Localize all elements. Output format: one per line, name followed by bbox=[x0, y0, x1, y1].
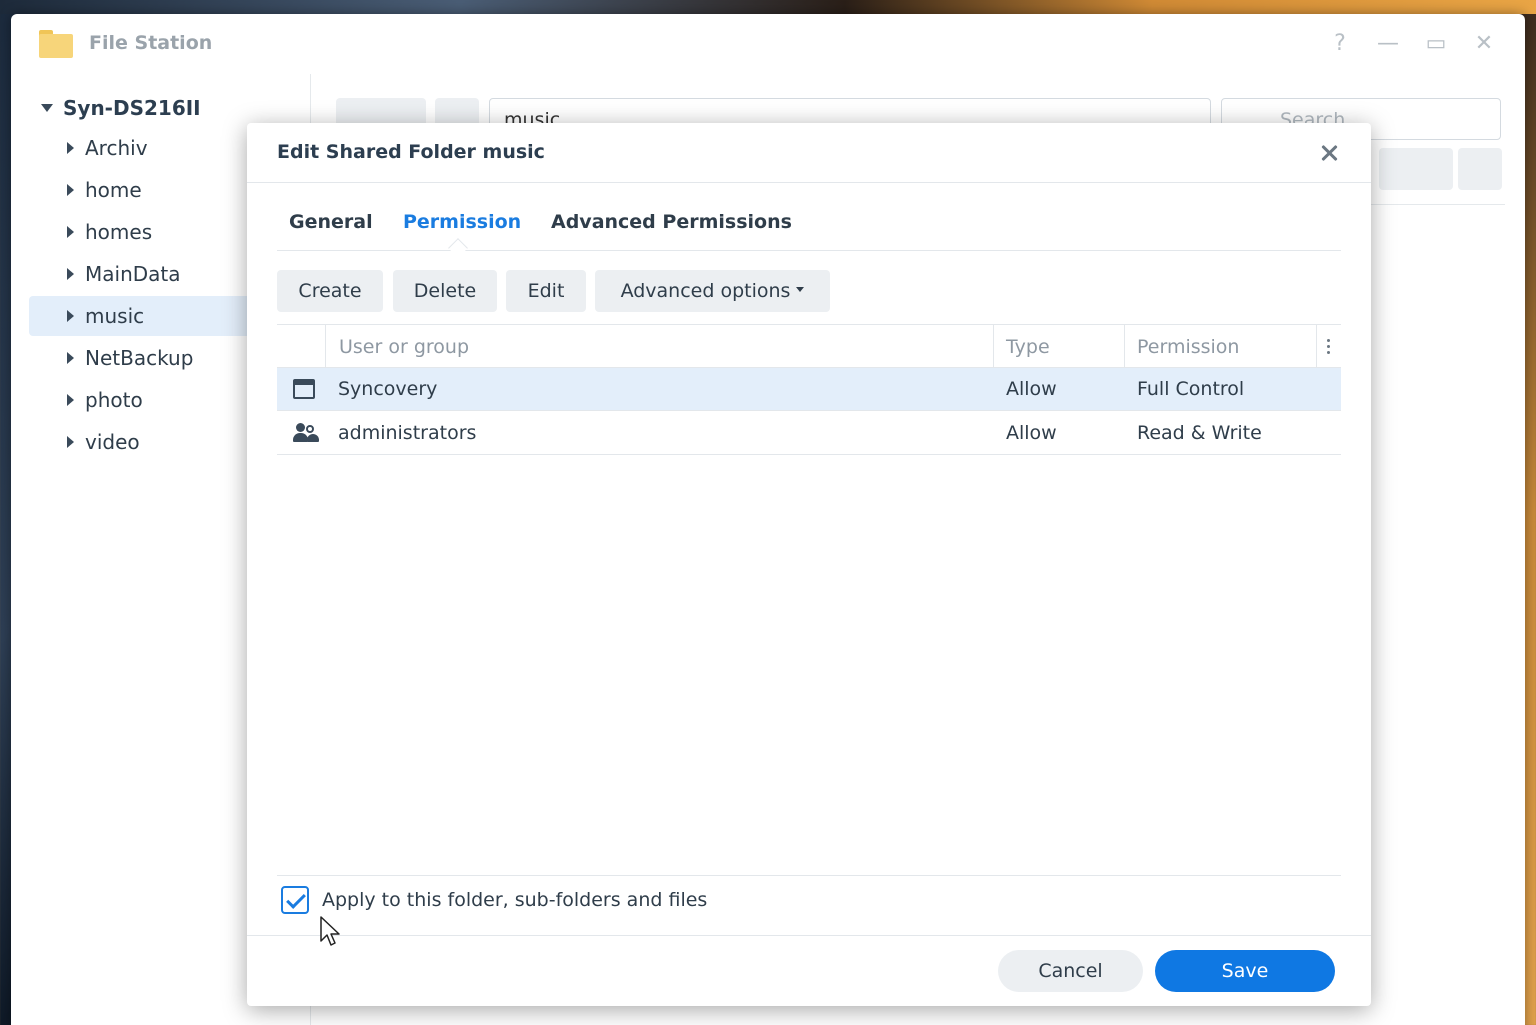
tree-root-server[interactable]: Syn-DS216II bbox=[41, 96, 201, 124]
cancel-button[interactable]: Cancel bbox=[998, 950, 1143, 992]
tab-permission[interactable]: Permission bbox=[403, 211, 521, 233]
caret-right-icon bbox=[67, 184, 74, 196]
table-row[interactable]: Syncovery Allow Full Control bbox=[277, 368, 1341, 411]
tab-advanced-permissions[interactable]: Advanced Permissions bbox=[551, 211, 792, 233]
sort-button[interactable] bbox=[1458, 148, 1502, 190]
close-window-icon[interactable]: ✕ bbox=[1470, 30, 1498, 58]
caret-right-icon bbox=[67, 310, 74, 322]
delete-button[interactable]: Delete bbox=[393, 270, 497, 312]
caret-right-icon bbox=[67, 352, 74, 364]
dropdown-caret-icon bbox=[796, 287, 805, 292]
dialog-title: Edit Shared Folder music bbox=[277, 141, 545, 163]
app-title: File Station bbox=[89, 32, 213, 54]
row-type: Allow bbox=[1006, 422, 1057, 444]
column-type[interactable]: Type bbox=[1006, 336, 1050, 358]
row-type: Allow bbox=[1006, 378, 1057, 400]
folder-icon bbox=[39, 30, 73, 58]
row-name: administrators bbox=[338, 422, 477, 444]
column-permission[interactable]: Permission bbox=[1137, 336, 1239, 358]
row-name: Syncovery bbox=[338, 378, 438, 400]
active-tab-indicator bbox=[448, 238, 468, 258]
tab-general[interactable]: General bbox=[289, 211, 373, 233]
list-header-divider bbox=[1371, 204, 1505, 205]
column-divider bbox=[1124, 325, 1125, 369]
column-menu-icon[interactable] bbox=[1327, 339, 1331, 355]
apply-recursive-label[interactable]: Apply to this folder, sub-folders and fi… bbox=[322, 889, 707, 911]
minimize-icon[interactable]: — bbox=[1374, 30, 1402, 58]
mouse-cursor-icon bbox=[320, 916, 340, 946]
footer-divider bbox=[247, 935, 1371, 936]
column-divider bbox=[325, 325, 326, 369]
row-permission: Read & Write bbox=[1137, 422, 1262, 444]
apply-recursive-checkbox[interactable] bbox=[281, 886, 309, 914]
caret-right-icon bbox=[67, 436, 74, 448]
edit-shared-folder-dialog: Edit Shared Folder music General Permiss… bbox=[247, 123, 1371, 1006]
column-user-or-group[interactable]: User or group bbox=[339, 336, 469, 358]
caret-right-icon bbox=[67, 268, 74, 280]
close-icon[interactable] bbox=[1313, 137, 1345, 169]
caret-right-icon bbox=[67, 226, 74, 238]
help-icon[interactable]: ? bbox=[1326, 30, 1354, 58]
column-divider bbox=[1316, 325, 1317, 369]
dialog-tabs: General Permission Advanced Permissions bbox=[277, 183, 1341, 258]
maximize-icon[interactable]: ▭ bbox=[1422, 30, 1450, 58]
save-button[interactable]: Save bbox=[1155, 950, 1335, 992]
edit-button[interactable]: Edit bbox=[506, 270, 586, 312]
group-icon bbox=[293, 423, 319, 443]
row-permission: Full Control bbox=[1137, 378, 1245, 400]
column-divider bbox=[993, 325, 994, 369]
desktop-background bbox=[0, 0, 1536, 14]
user-icon bbox=[293, 379, 315, 399]
caret-right-icon bbox=[67, 142, 74, 154]
table-header: User or group Type Permission bbox=[277, 324, 1341, 369]
permission-table: User or group Type Permission Syncovery … bbox=[277, 324, 1341, 455]
caret-right-icon bbox=[67, 394, 74, 406]
advanced-options-button[interactable]: Advanced options bbox=[595, 270, 830, 312]
title-bar: File Station ? — ▭ ✕ bbox=[11, 14, 1525, 74]
table-row[interactable]: administrators Allow Read & Write bbox=[277, 412, 1341, 455]
caret-down-icon bbox=[41, 103, 53, 112]
create-button[interactable]: Create bbox=[277, 270, 383, 312]
view-mode-button[interactable] bbox=[1379, 148, 1453, 190]
options-divider bbox=[277, 875, 1341, 876]
